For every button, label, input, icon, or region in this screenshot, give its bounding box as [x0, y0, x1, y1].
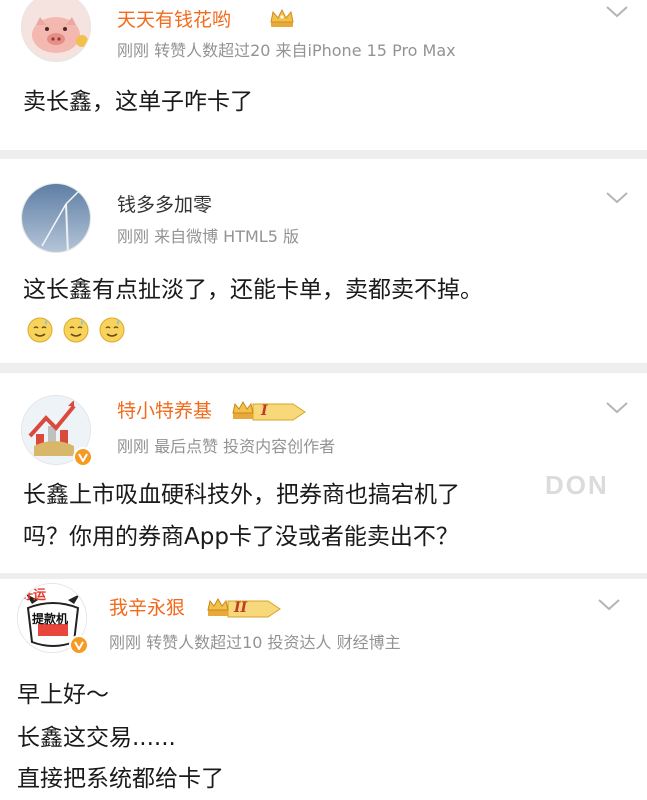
avatar-label-main: 提款机	[32, 612, 69, 626]
verified-v-badge	[69, 635, 89, 655]
verified-v-icon	[74, 641, 84, 650]
level-text: II	[234, 600, 248, 616]
avatar[interactable]	[21, 0, 91, 62]
post-text: 直接把系统都给卡了	[17, 766, 224, 792]
chevron-down-icon[interactable]	[604, 4, 630, 20]
separator	[0, 363, 647, 373]
post-text: 这长鑫有点扯淡了，还能卡单，卖都卖不掉。	[23, 277, 483, 303]
post-meta: 刚刚 转赞人数超过10 投资达人 财经博主	[109, 633, 401, 652]
crown-icon	[232, 401, 306, 421]
avatar-label-top: 好运	[20, 588, 47, 603]
pig-avatar-icon	[22, 0, 90, 61]
post-text: 吗？你用的券商App卡了没或者能卖出不？	[23, 524, 459, 550]
username[interactable]: 特小特养基	[117, 399, 212, 423]
watermark: DON	[545, 470, 609, 500]
level-badge: I	[231, 401, 309, 423]
post-meta: 刚刚 转赞人数超过20 来自iPhone 15 Pro Max	[117, 41, 456, 60]
username[interactable]: 钱多多加零	[117, 193, 212, 217]
level-text: I	[261, 403, 268, 419]
crown-icon	[270, 8, 294, 27]
post-text: 早上好～	[17, 682, 109, 708]
chevron-down-icon[interactable]	[604, 400, 630, 416]
username[interactable]: 天天有钱花哟	[117, 8, 231, 32]
post-text: 卖长鑫，这单子咋卡了	[23, 89, 253, 115]
verified-v-icon	[78, 453, 88, 462]
wind-turbine-avatar-icon	[22, 184, 90, 252]
chevron-down-icon[interactable]	[596, 597, 622, 613]
sweat-smile-emoji	[63, 317, 89, 343]
post-text: 长鑫这交易......	[17, 725, 176, 751]
post-text: 长鑫上市吸血硬科技外，把券商也搞宕机了	[23, 482, 460, 508]
chevron-down-icon[interactable]	[604, 190, 630, 206]
level-badge: II	[206, 598, 284, 620]
verified-v-badge	[73, 447, 93, 467]
comment-post: 天天有钱花哟 刚刚 转赞人数超过20 来自iPhone 15 Pro Max 卖…	[0, 0, 647, 150]
comment-post: 好运 提款机 我辛永狠 II 刚刚 转赞人数超过10 投资达人 财经博主 早上好…	[0, 579, 647, 800]
avatar[interactable]	[21, 183, 91, 253]
post-meta: 刚刚 来自微博 HTML5 版	[117, 227, 299, 246]
comment-post: 钱多多加零 刚刚 来自微博 HTML5 版 这长鑫有点扯淡了，还能卡单，卖都卖不…	[0, 159, 647, 363]
separator	[0, 150, 647, 159]
sweat-smile-emoji	[27, 317, 53, 343]
post-meta: 刚刚 最后点赞 投资内容创作者	[117, 437, 336, 456]
username[interactable]: 我辛永狠	[109, 596, 185, 620]
sweat-smile-emoji	[99, 317, 125, 343]
